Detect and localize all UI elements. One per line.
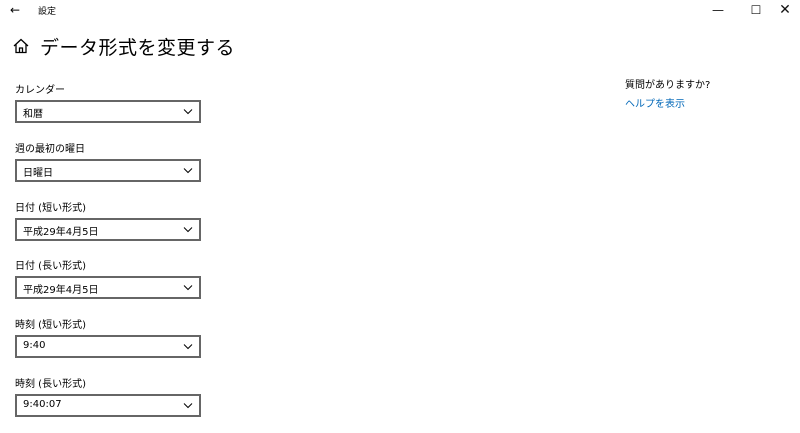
calendar-label: カレンダー: [15, 85, 65, 96]
maximize-icon: ☐: [750, 3, 762, 17]
settings-window: ← 設定 — ☐ ✕ データ形式を変更する カレンダー 和暦 週の最初の曜日 日…: [0, 0, 800, 433]
short-time-label: 時刻 (短い形式): [15, 320, 86, 331]
short-time-value: 9:40: [23, 340, 46, 351]
calendar-dropdown[interactable]: 和暦: [15, 100, 201, 123]
close-icon: ✕: [779, 2, 791, 18]
first-day-of-week-value: 日曜日: [23, 168, 53, 179]
app-title: 設定: [38, 7, 57, 17]
long-date-dropdown[interactable]: 平成29年4月5日: [15, 276, 201, 299]
close-button[interactable]: ✕: [766, 0, 800, 20]
minimize-button[interactable]: —: [699, 0, 737, 20]
page-title: データ形式を変更する: [40, 37, 236, 59]
long-date-label: 日付 (長い形式): [15, 261, 86, 272]
home-icon[interactable]: [12, 37, 30, 55]
chevron-down-icon: [183, 403, 193, 409]
short-time-dropdown[interactable]: 9:40: [15, 335, 201, 358]
short-date-label: 日付 (短い形式): [15, 203, 86, 214]
long-date-value: 平成29年4月5日: [23, 285, 99, 296]
chevron-down-icon: [183, 227, 193, 233]
chevron-down-icon: [183, 168, 193, 174]
first-day-of-week-dropdown[interactable]: 日曜日: [15, 159, 201, 182]
chevron-down-icon: [183, 109, 193, 115]
chevron-down-icon: [183, 344, 193, 350]
help-link[interactable]: ヘルプを表示: [625, 95, 685, 110]
long-time-dropdown[interactable]: 9:40:07: [15, 394, 201, 417]
calendar-value: 和暦: [23, 109, 43, 120]
long-time-label: 時刻 (長い形式): [15, 379, 86, 390]
title-bar: ← 設定 — ☐ ✕: [0, 0, 800, 22]
minimize-icon: —: [712, 3, 724, 17]
help-question: 質問がありますか?: [625, 80, 711, 91]
short-date-dropdown[interactable]: 平成29年4月5日: [15, 218, 201, 241]
back-arrow-icon: ←: [9, 3, 21, 17]
first-day-of-week-label: 週の最初の曜日: [15, 144, 85, 155]
chevron-down-icon: [183, 285, 193, 291]
short-date-value: 平成29年4月5日: [23, 227, 99, 238]
back-button[interactable]: ←: [0, 0, 30, 20]
long-time-value: 9:40:07: [23, 399, 62, 410]
